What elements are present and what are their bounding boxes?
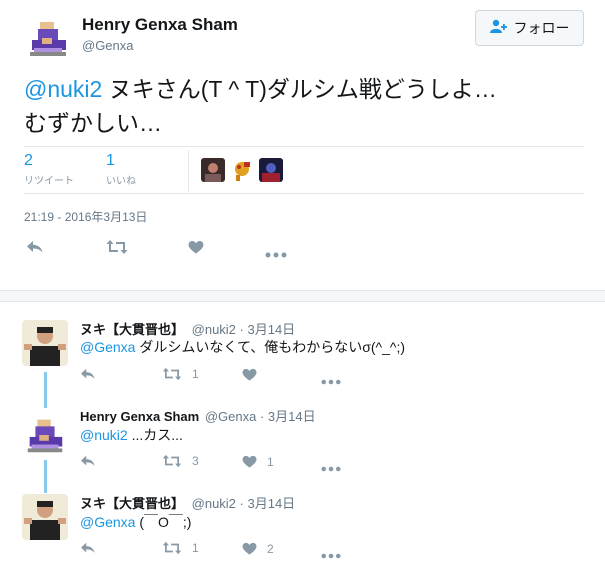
retweet-icon: [162, 541, 182, 555]
reply-icon: [81, 542, 95, 553]
reply-date[interactable]: · 3月14日: [260, 409, 316, 424]
retweet-count: 1: [192, 367, 199, 381]
author-name[interactable]: Henry Genxa Sham: [82, 15, 238, 35]
tweet-text-line1: ヌキさん(T ^ T)ダルシム戦どうしよ…: [102, 76, 497, 102]
tweet-timestamp[interactable]: 21:19 - 2016年3月13日: [24, 208, 147, 225]
heart-icon: [188, 241, 204, 254]
reply-reply-button[interactable]: [80, 454, 96, 473]
reply-author-name[interactable]: ヌキ【大貫晋也】: [80, 496, 184, 511]
reply-more-button[interactable]: [321, 372, 341, 390]
heart-icon: [242, 542, 257, 555]
like-count: 1: [267, 454, 274, 469]
reply-date[interactable]: · 3月14日: [240, 496, 296, 511]
reply-retweet-button[interactable]: 1: [162, 367, 199, 381]
liker-avatar-3[interactable]: [259, 158, 283, 182]
retweet-count: 1: [192, 541, 199, 555]
reply-icon: [81, 368, 95, 379]
reply-like-button[interactable]: 2: [242, 541, 274, 556]
reply-author-handle[interactable]: @Genxa: [205, 409, 257, 424]
reply-text: @nuki2 ...カス...: [80, 425, 183, 445]
retweet-button[interactable]: [106, 239, 128, 260]
reply-text: @Genxa ダルシムいなくて、俺もわからないσ(^_^;): [80, 337, 405, 357]
reply-header: Henry Genxa Sham @Genxa · 3月14日: [80, 406, 316, 425]
reply-icon: [27, 241, 43, 253]
retweet-stat[interactable]: 2 リツイート: [24, 152, 74, 187]
reply-reply-button[interactable]: [80, 541, 96, 560]
like-stat[interactable]: 1 いいね: [106, 152, 136, 187]
stat-separator: [188, 150, 189, 192]
follow-button[interactable]: フォロー: [475, 10, 584, 46]
liker-avatar-1[interactable]: [201, 158, 225, 182]
reply-date[interactable]: · 3月14日: [240, 322, 296, 337]
retweet-icon: [162, 367, 182, 381]
retweet-icon: [162, 454, 182, 468]
reply-author-name[interactable]: ヌキ【大貫晋也】: [80, 322, 184, 337]
reply-like-button[interactable]: [242, 367, 267, 382]
retweet-label: リツイート: [24, 176, 74, 187]
follow-button-label: フォロー: [513, 20, 570, 36]
more-icon: [321, 553, 341, 559]
retweet-icon: [106, 240, 128, 254]
retweet-count: 3: [192, 454, 199, 468]
divider: [24, 193, 584, 194]
reply-avatar[interactable]: [22, 494, 68, 540]
mention-link[interactable]: @nuki2: [24, 76, 102, 102]
thread-line: [44, 372, 47, 408]
reply-avatar[interactable]: [22, 412, 68, 458]
reply-button[interactable]: [26, 239, 44, 260]
reply-header: ヌキ【大貫晋也】 @nuki2 · 3月14日: [80, 319, 295, 338]
reply-more-button[interactable]: [321, 546, 341, 564]
add-user-icon: [489, 19, 508, 38]
reply-retweet-button[interactable]: 1: [162, 541, 199, 555]
reply-body: ダルシムいなくて、俺もわからないσ(^_^;): [135, 339, 406, 355]
reply-text: @Genxa (￣O￣;): [80, 512, 191, 532]
reply-like-button[interactable]: 1: [242, 454, 274, 469]
like-button[interactable]: [188, 239, 204, 260]
reply-icon: [81, 455, 95, 466]
tweet-text-line2: むずかしい…: [24, 110, 162, 136]
reply-body: ...カス...: [127, 427, 183, 443]
reply-body: (￣O￣;): [135, 514, 192, 530]
mention-link[interactable]: @Genxa: [80, 514, 135, 530]
more-button[interactable]: [265, 245, 287, 263]
reply-author-handle[interactable]: @nuki2: [192, 322, 236, 337]
reply-author-handle[interactable]: @nuki2: [192, 496, 236, 511]
like-label: いいね: [106, 176, 136, 187]
author-avatar[interactable]: [24, 14, 72, 62]
like-count: 1: [106, 152, 115, 169]
more-icon: [321, 379, 341, 385]
section-separator: [0, 290, 605, 302]
heart-icon: [242, 455, 257, 468]
divider: [24, 146, 584, 147]
more-icon: [321, 466, 341, 472]
reply-avatar[interactable]: [22, 320, 68, 366]
author-handle[interactable]: @Genxa: [82, 38, 134, 53]
reply-reply-button[interactable]: [80, 367, 96, 386]
reply-retweet-button[interactable]: 3: [162, 454, 199, 468]
mention-link[interactable]: @Genxa: [80, 339, 135, 355]
tweet-text: @nuki2 ヌキさん(T ^ T)ダルシム戦どうしよ… むずかしい…: [24, 72, 594, 140]
like-count: 2: [267, 541, 274, 556]
reply-author-name[interactable]: Henry Genxa Sham: [80, 409, 199, 424]
heart-icon: [242, 368, 257, 381]
more-icon: [265, 252, 287, 258]
liker-avatar-2[interactable]: [230, 158, 254, 182]
reply-header: ヌキ【大貫晋也】 @nuki2 · 3月14日: [80, 493, 295, 512]
mention-link[interactable]: @nuki2: [80, 427, 128, 443]
retweet-count: 2: [24, 152, 33, 169]
thread-line: [44, 460, 47, 493]
reply-more-button[interactable]: [321, 459, 341, 477]
